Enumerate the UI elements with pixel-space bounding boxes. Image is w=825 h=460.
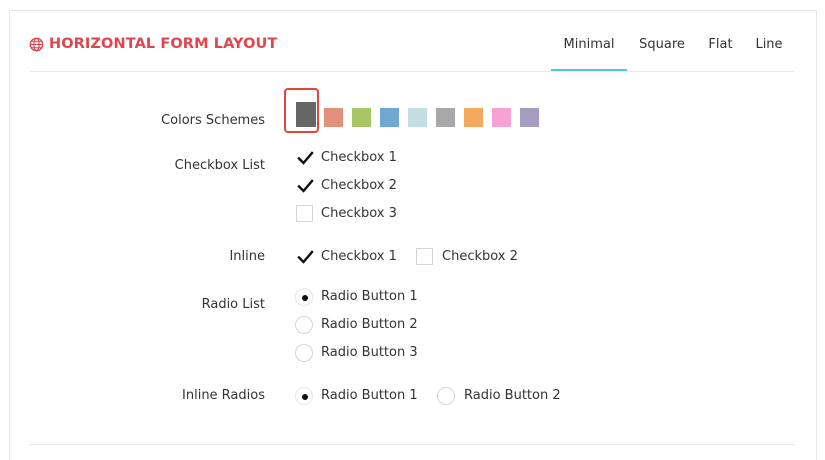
radio-button-2[interactable] — [295, 316, 313, 334]
tab-flat[interactable]: Flat — [697, 35, 744, 72]
color-swatch-light-blue[interactable] — [408, 108, 427, 127]
color-swatch-gray[interactable] — [296, 102, 316, 127]
radio-button-3-label: Radio Button 3 — [321, 345, 418, 360]
tab-minimal[interactable]: Minimal — [551, 35, 627, 72]
header-divider — [29, 71, 795, 72]
colors-schemes-label: Colors Schemes — [161, 113, 265, 128]
color-swatch-green[interactable] — [352, 108, 371, 127]
radio-button-3[interactable] — [295, 344, 313, 362]
check-icon — [297, 179, 314, 193]
panel-title: HORIZONTAL FORM LAYOUT — [29, 33, 277, 55]
checkbox-list-label: Checkbox List — [174, 158, 265, 173]
inline-checkbox-2[interactable] — [416, 248, 433, 265]
checkbox-3[interactable] — [296, 205, 313, 222]
checkbox-2-label: Checkbox 2 — [321, 178, 397, 193]
tab-bar: Minimal Square Flat Line — [551, 35, 794, 72]
check-icon — [297, 151, 314, 165]
inline-checkbox-1-label: Checkbox 1 — [321, 249, 397, 264]
checkbox-3-label: Checkbox 3 — [321, 206, 397, 221]
inline-label: Inline — [229, 249, 265, 264]
globe-icon — [29, 37, 44, 52]
check-icon — [297, 250, 314, 264]
page-title: HORIZONTAL FORM LAYOUT — [49, 36, 278, 52]
radio-button-2-label: Radio Button 2 — [321, 317, 418, 332]
checkbox-1-label: Checkbox 1 — [321, 150, 397, 165]
checkbox-1[interactable] — [296, 149, 314, 166]
color-swatch-salmon[interactable] — [324, 108, 343, 127]
radio-button-1-label: Radio Button 1 — [321, 289, 418, 304]
checkbox-2[interactable] — [296, 177, 314, 194]
inline-radios-label: Inline Radios — [182, 388, 265, 403]
color-swatch-orange[interactable] — [464, 108, 483, 127]
radio-button-1[interactable] — [295, 288, 313, 306]
radio-list-label: Radio List — [201, 297, 265, 312]
footer-divider — [29, 444, 795, 445]
inline-radio-2-label: Radio Button 2 — [464, 388, 561, 403]
color-swatch-pink[interactable] — [492, 108, 511, 127]
tab-square[interactable]: Square — [627, 35, 697, 72]
inline-checkbox-1[interactable] — [296, 248, 314, 265]
tab-line[interactable]: Line — [744, 35, 794, 72]
color-swatch-silver[interactable] — [436, 108, 455, 127]
inline-checkbox-2-label: Checkbox 2 — [442, 249, 518, 264]
inline-radio-1-label: Radio Button 1 — [321, 388, 418, 403]
color-swatch-purple[interactable] — [520, 108, 539, 127]
color-swatch-blue[interactable] — [380, 108, 399, 127]
inline-radio-2[interactable] — [437, 387, 455, 405]
inline-radio-1[interactable] — [295, 387, 313, 405]
